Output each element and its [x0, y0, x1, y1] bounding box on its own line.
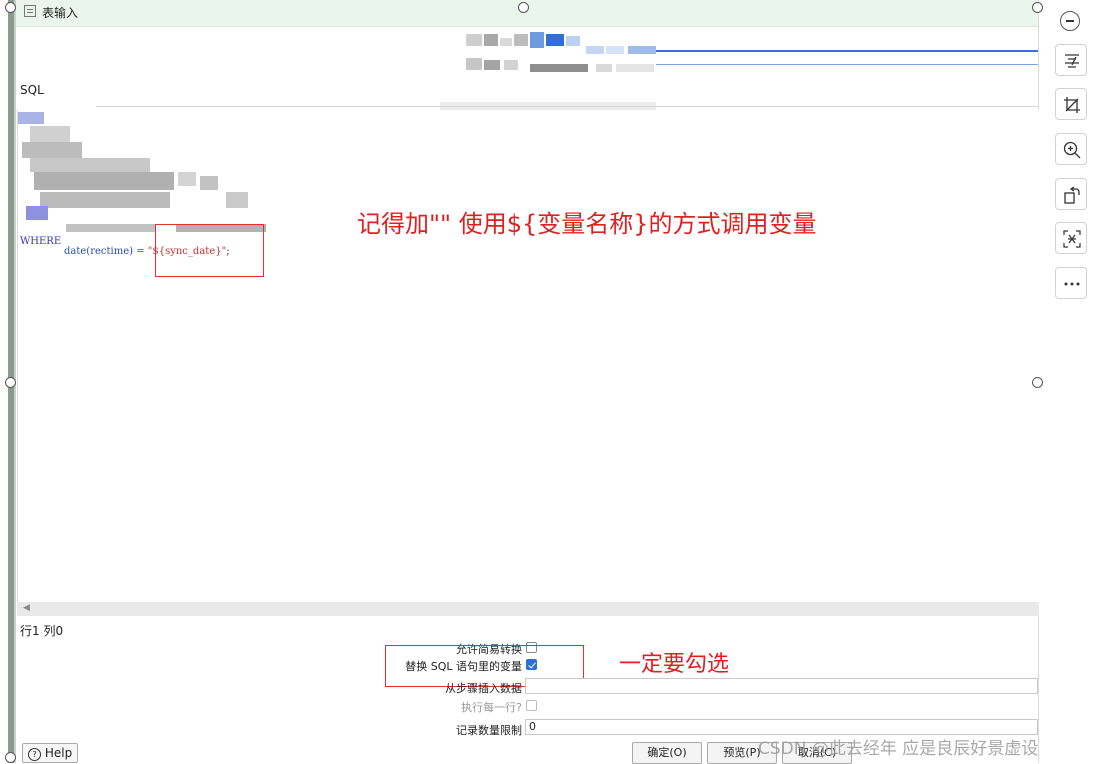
resize-handle-left[interactable]: [5, 377, 16, 388]
resize-handle-bottom-left[interactable]: [5, 752, 16, 763]
window-title: 表输入: [42, 6, 79, 20]
csdn-watermark: CSDN @此去经年 应是良辰好景虚设: [758, 739, 1039, 759]
zoom-in-icon[interactable]: [1055, 133, 1087, 165]
resize-handle-top-left[interactable]: [5, 2, 16, 13]
connection-combo-line[interactable]: [656, 50, 1038, 52]
help-icon: ?: [28, 748, 41, 761]
help-button[interactable]: ? Help: [22, 743, 79, 763]
sql-label: SQL: [20, 83, 44, 97]
execute-each-row-label: 执行每一行?: [461, 701, 522, 714]
editor-horizontal-scrollbar[interactable]: ◀: [17, 602, 1039, 616]
resize-handle-right[interactable]: [1032, 377, 1043, 388]
text-extract-icon[interactable]: [1055, 222, 1087, 254]
rotate-icon[interactable]: [1055, 178, 1087, 210]
sql-separator: [96, 106, 1038, 107]
insert-from-step-combo[interactable]: [525, 678, 1038, 694]
help-button-label: Help: [44, 746, 73, 760]
variable-highlight-box: [155, 224, 264, 277]
connection-combo-line-secondary: [656, 64, 1038, 65]
cursor-position-status: 行1 列0: [20, 624, 64, 638]
insert-from-step-label: 从步骤插入数据: [445, 682, 522, 695]
crop-icon[interactable]: [1055, 88, 1087, 120]
sql-where-expression: date(rectime) =: [64, 246, 148, 257]
limit-label: 记录数量限制: [456, 724, 522, 737]
table-input-icon: [24, 5, 36, 17]
resize-handle-top-right[interactable]: [1032, 2, 1043, 13]
limit-input[interactable]: 0: [525, 719, 1038, 735]
more-icon[interactable]: [1055, 267, 1087, 299]
execute-each-row-checkbox[interactable]: [526, 700, 537, 711]
sql-where-keyword: WHERE: [20, 236, 62, 247]
scroll-left-arrow-icon[interactable]: ◀: [23, 603, 30, 613]
align-icon[interactable]: [1055, 44, 1087, 76]
variable-tip-annotation: 记得加"" 使用${变量名称}的方式调用变量: [357, 210, 817, 238]
minus-icon[interactable]: [1060, 11, 1080, 31]
resize-handle-top[interactable]: [518, 2, 529, 13]
ok-button[interactable]: 确定(O): [632, 742, 702, 764]
checkbox-tip-annotation: 一定要勾选: [619, 652, 730, 677]
